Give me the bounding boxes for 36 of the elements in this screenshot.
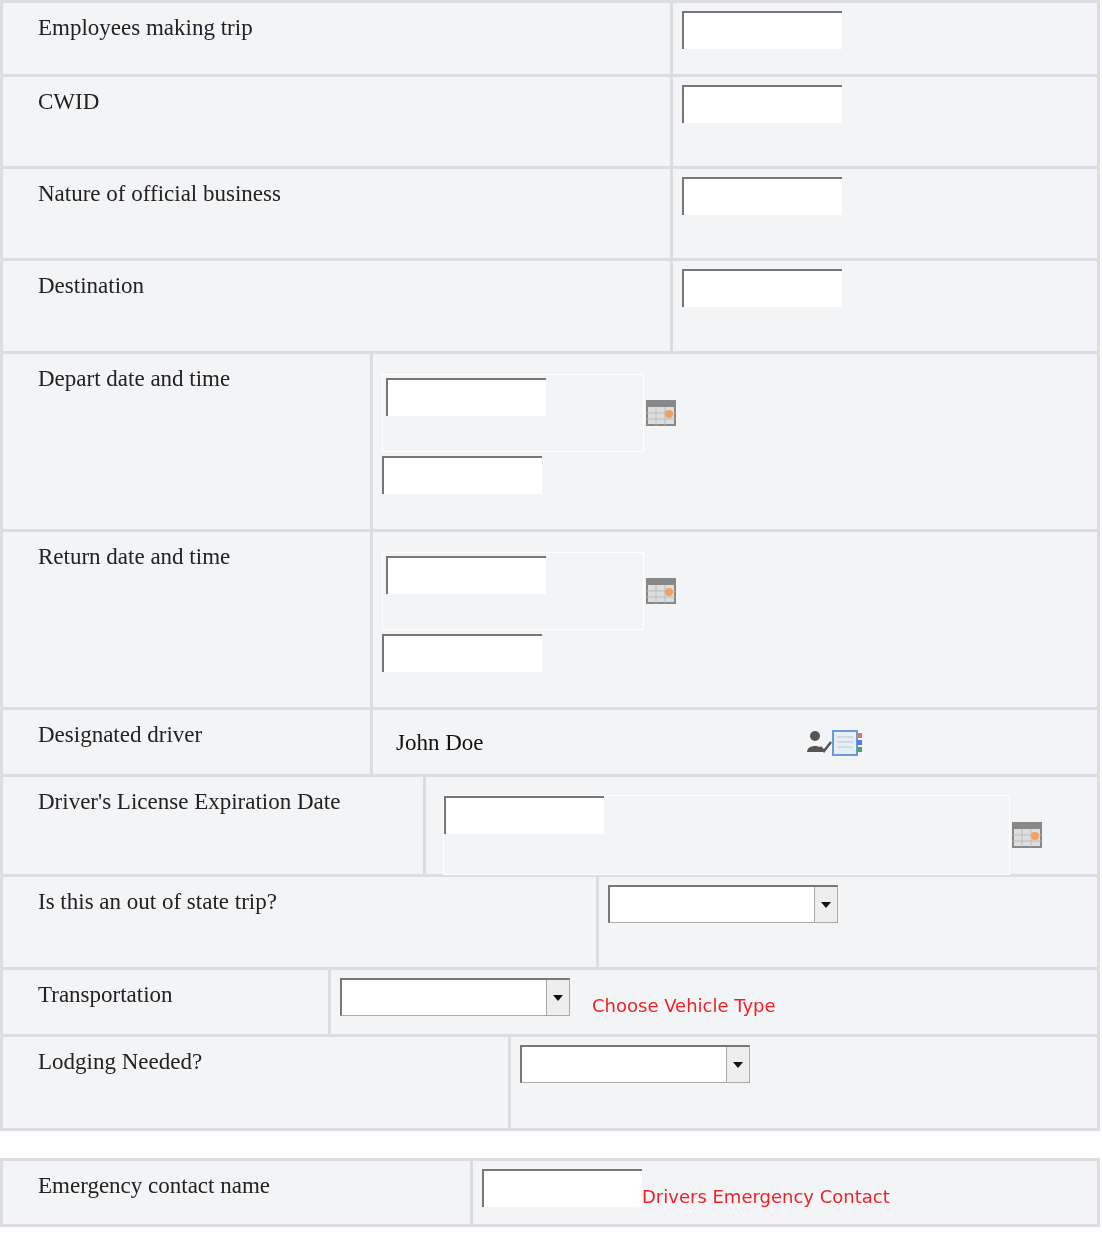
calendar-icon[interactable]: [646, 578, 676, 604]
text-field[interactable]: [682, 269, 842, 307]
text-field[interactable]: [482, 1169, 642, 1207]
field-label: Employees making trip: [38, 15, 253, 40]
field-label: Nature of official business: [38, 181, 281, 206]
date-field[interactable]: [386, 378, 546, 416]
dropdown[interactable]: [608, 885, 838, 923]
dropdown[interactable]: [340, 978, 570, 1016]
field-label: Destination: [38, 273, 145, 298]
dropdown-arrow-icon: [553, 994, 563, 1001]
field-label: Is this an out of state trip?: [38, 889, 277, 914]
address-book-icon[interactable]: [832, 730, 864, 756]
hint-text: Choose Vehicle Type: [592, 995, 776, 1016]
text-field[interactable]: [682, 85, 842, 123]
calendar-icon[interactable]: [646, 400, 676, 426]
date-field[interactable]: [444, 796, 604, 834]
time-field[interactable]: [382, 456, 542, 494]
text-field[interactable]: [682, 11, 842, 49]
text-field[interactable]: [682, 177, 842, 215]
field-label: Emergency contact name: [38, 1173, 271, 1198]
field-label: Transportation: [38, 982, 173, 1007]
hint-text: Drivers Emergency Contact: [642, 1186, 890, 1207]
field-label: Depart date and time: [38, 366, 231, 391]
dropdown-arrow-icon: [733, 1061, 743, 1068]
calendar-icon[interactable]: [1012, 822, 1042, 848]
field-label: Return date and time: [38, 544, 231, 569]
time-field[interactable]: [382, 634, 542, 672]
field-label: Lodging Needed?: [38, 1049, 203, 1074]
field-label: CWID: [38, 89, 100, 114]
dropdown[interactable]: [520, 1045, 750, 1083]
check-person-icon[interactable]: [806, 730, 832, 754]
dropdown-arrow-icon: [821, 901, 831, 908]
date-field[interactable]: [386, 556, 546, 594]
driver-name: John Doe: [396, 730, 485, 756]
field-label: Designated driver: [38, 722, 203, 747]
field-label: Driver's License Expiration Date: [38, 789, 341, 814]
